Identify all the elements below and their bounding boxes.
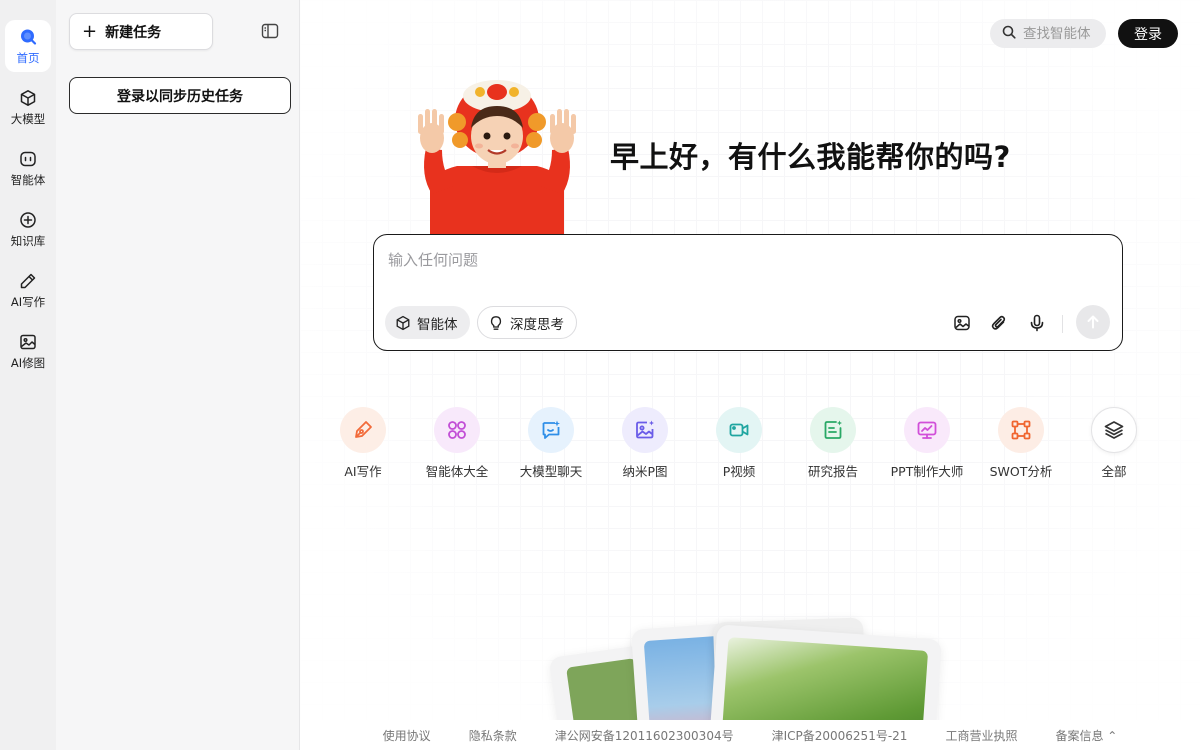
arrow-up-icon (1087, 315, 1099, 329)
photo-sparkle-icon (622, 407, 668, 453)
sidebar-item-ai-writing[interactable]: AI写作 (5, 264, 51, 316)
main-area: 登录 (300, 0, 1200, 750)
shortcut-swot[interactable]: SWOT分析 (976, 407, 1066, 480)
presentation-icon (904, 407, 950, 453)
sidebar-item-agents[interactable]: 智能体 (5, 142, 51, 194)
shortcut-label: 大模型聊天 (519, 464, 583, 479)
pencil-icon (18, 271, 38, 291)
showcase-cards (548, 617, 945, 750)
left-rail: 首页 大模型 智能体 知识库 AI写作 AI修图 (0, 0, 56, 750)
shortcut-research-report[interactable]: 研究报告 (788, 407, 878, 480)
sidebar-collapse-icon[interactable] (261, 22, 279, 40)
knowledge-icon (18, 210, 38, 230)
prompt-input[interactable] (388, 249, 1088, 289)
sidebar-item-knowledge[interactable]: 知识库 (5, 203, 51, 255)
footer-link-police-record[interactable]: 津公网安备12011602300304号 (555, 727, 734, 744)
plus-icon: + (82, 20, 98, 42)
sidebar-item-label: AI修图 (10, 355, 46, 370)
shortcut-nano-image[interactable]: 纳米P图 (600, 407, 690, 480)
chat-sparkle-icon (528, 407, 574, 453)
search-icon (1002, 24, 1016, 43)
lightbulb-icon (490, 315, 502, 330)
deep-think-chip[interactable]: 深度思考 (477, 306, 577, 339)
shortcut-label: P视频 (722, 464, 756, 479)
footer: 使用协议 隐私条款 津公网安备12011602300304号 津ICP备2000… (300, 720, 1200, 750)
shortcut-label: AI写作 (344, 464, 382, 479)
sidebar-item-label: 大模型 (10, 111, 46, 126)
home-search-icon (18, 27, 38, 47)
footer-link-terms[interactable]: 使用协议 (383, 727, 431, 744)
shortcut-label: 纳米P图 (622, 464, 668, 479)
toolbar-divider (1062, 315, 1063, 333)
shortcut-model-chat[interactable]: 大模型聊天 (506, 407, 596, 480)
shortcut-label: 研究报告 (807, 464, 858, 479)
agent-icon (18, 149, 38, 169)
login-button[interactable]: 登录 (1118, 19, 1178, 48)
footer-link-filing-info[interactable]: 备案信息 ⌃ (1055, 727, 1117, 744)
footer-link-business-license[interactable]: 工商营业执照 (945, 727, 1017, 744)
shortcut-p-video[interactable]: P视频 (694, 407, 784, 480)
new-task-label: 新建任务 (105, 24, 162, 41)
shortcut-row: AI写作 智能体大全 大模型聊天 纳米P图 P视频 研究报告 PPT制作大师 S… (340, 407, 1160, 483)
shortcut-label: 智能体大全 (425, 464, 489, 479)
prompt-composer: 智能体 深度思考 (373, 234, 1123, 351)
chip-label: 智能体 (417, 316, 458, 333)
login-to-sync-button[interactable]: 登录以同步历史任务 (69, 77, 291, 114)
search-input[interactable] (1023, 25, 1103, 42)
sidebar-item-label: 知识库 (10, 233, 46, 248)
nodes-icon (998, 407, 1044, 453)
cube-icon (18, 88, 38, 108)
new-task-button[interactable]: + 新建任务 (69, 13, 213, 50)
shortcut-label: SWOT分析 (989, 464, 1053, 479)
sidebar-item-label: 智能体 (10, 172, 46, 187)
send-button[interactable] (1076, 305, 1110, 339)
shortcut-agent-hub[interactable]: 智能体大全 (412, 407, 502, 480)
video-icon (716, 407, 762, 453)
history-panel: + 新建任务 登录以同步历史任务 (56, 0, 300, 750)
sidebar-item-ai-retouch[interactable]: AI修图 (5, 325, 51, 377)
shortcut-ppt-master[interactable]: PPT制作大师 (882, 407, 972, 480)
sidebar-item-models[interactable]: 大模型 (5, 81, 51, 133)
agent-mode-chip[interactable]: 智能体 (385, 306, 470, 339)
shortcut-label: 全部 (1101, 464, 1127, 479)
sidebar-item-home[interactable]: 首页 (5, 20, 51, 72)
mascot-illustration (412, 76, 582, 234)
report-icon (810, 407, 856, 453)
grid-circles-icon (434, 407, 480, 453)
greeting-heading: 早上好，有什么我能帮你的吗? (610, 140, 1011, 174)
footer-link-icp[interactable]: 津ICP备20006251号-21 (772, 727, 908, 744)
sidebar-item-label: 首页 (16, 50, 40, 65)
shortcut-all[interactable]: 全部 (1069, 407, 1159, 480)
cube-icon (396, 315, 410, 330)
chip-label: 深度思考 (510, 316, 564, 333)
sidebar-item-label: AI写作 (10, 294, 46, 309)
upload-image-icon[interactable] (952, 313, 972, 333)
footer-link-privacy[interactable]: 隐私条款 (469, 727, 517, 744)
shortcut-label: PPT制作大师 (890, 464, 964, 479)
microphone-icon[interactable] (1027, 313, 1047, 333)
agent-search[interactable] (990, 19, 1106, 48)
image-icon (18, 332, 38, 352)
attachment-icon[interactable] (989, 313, 1009, 333)
pen-nib-icon (340, 407, 386, 453)
layers-icon (1091, 407, 1137, 453)
shortcut-ai-writing[interactable]: AI写作 (318, 407, 408, 480)
